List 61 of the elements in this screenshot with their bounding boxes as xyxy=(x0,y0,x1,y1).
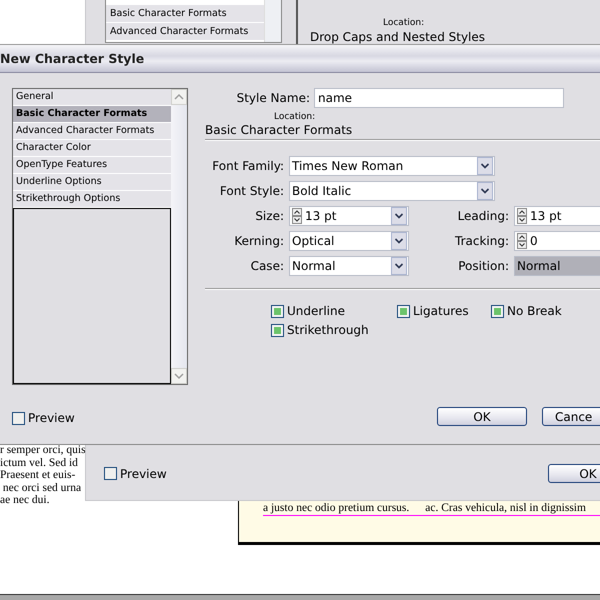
document-text: ae nec dui. xyxy=(0,494,50,506)
field-label: Size: xyxy=(254,209,284,223)
field-value: Normal xyxy=(292,259,336,273)
list-item[interactable]: Strikethrough Options xyxy=(13,191,171,208)
window-title: New Character Style xyxy=(0,51,144,66)
spinner-arrows-icon xyxy=(517,233,527,249)
dropdown-field[interactable]: Optical xyxy=(289,231,409,251)
field-label: Leading: xyxy=(456,209,509,223)
field-label: Kerning: xyxy=(233,234,284,248)
dropdown-field[interactable]: Normal xyxy=(289,256,409,276)
scroll-up-icon[interactable] xyxy=(171,89,187,105)
field-label: Font Family: xyxy=(211,159,284,173)
document-text: nec orci sed urna xyxy=(2,482,82,494)
list-item[interactable]: Basic Character Formats xyxy=(13,106,171,123)
document-text: a justo nec odio pretium cursus. xyxy=(263,502,410,515)
preview-checkbox[interactable]: Preview xyxy=(12,411,188,425)
list-item[interactable]: Underline Options xyxy=(13,174,171,191)
option-checkbox[interactable]: Underline xyxy=(271,304,397,318)
preview-checkbox[interactable]: Preview xyxy=(104,466,167,480)
dropdown-field[interactable]: Bold Italic xyxy=(289,181,495,201)
ok-button[interactable]: OK xyxy=(437,407,527,426)
field-value: 13 pt xyxy=(530,209,562,223)
list-item[interactable]: Advanced Character Formats xyxy=(13,123,171,140)
style-name-label: Style Name: xyxy=(236,91,310,105)
location-label: Location: xyxy=(383,18,426,28)
spinner-field[interactable]: 0 xyxy=(514,231,600,251)
section-title: Basic Character Formats xyxy=(205,123,354,137)
list-item[interactable]: Basic Character Formats xyxy=(106,5,264,23)
field-value: 13 pt xyxy=(305,209,338,223)
field-label: Tracking: xyxy=(454,234,509,248)
document-text: ictum vel. Sed id xyxy=(0,456,79,469)
field-value: 0 xyxy=(530,234,539,248)
option-checkbox[interactable]: Strikethrough xyxy=(271,323,397,337)
list-item[interactable]: OpenType Features xyxy=(13,157,171,174)
spinner-arrows-icon xyxy=(292,208,302,224)
location-value: Drop Caps and Nested Styles xyxy=(310,30,486,44)
option-checkbox[interactable]: Ligatures xyxy=(397,304,491,318)
dropdown-field[interactable]: 13 pt xyxy=(289,206,409,226)
document-text: r semper orci, quis xyxy=(0,444,85,456)
field-label: Position: xyxy=(457,259,509,273)
option-checkbox[interactable]: No Break xyxy=(491,304,600,318)
style-name-field[interactable]: name xyxy=(314,88,564,108)
scroll-down-icon[interactable] xyxy=(171,368,187,384)
dropdown-field[interactable]: 13 pt xyxy=(514,206,600,226)
list-item[interactable]: General xyxy=(13,89,171,106)
spinner-arrows-icon xyxy=(517,208,527,224)
field-value: Normal xyxy=(517,259,562,273)
document-text: Praesent et euis- xyxy=(0,469,76,482)
field-value: Times New Roman xyxy=(292,159,404,173)
list-item[interactable]: Character Color xyxy=(13,140,171,157)
document-text: ac. Cras vehicula, nisl in dignissim xyxy=(425,502,586,515)
location-label: Location: xyxy=(274,112,316,122)
dropdown-field[interactable]: Times New Roman xyxy=(289,156,495,176)
ok-button[interactable]: OK xyxy=(548,464,600,483)
cancel-button[interactable]: Cance xyxy=(542,407,600,426)
dropdown-field[interactable]: Normal xyxy=(514,256,600,276)
field-label: Font Style: xyxy=(218,184,284,198)
list-item[interactable]: Advanced Character Formats xyxy=(106,23,264,41)
field-value: Optical xyxy=(292,234,336,248)
field-value: Bold Italic xyxy=(292,184,352,198)
field-label: Case: xyxy=(250,259,284,273)
